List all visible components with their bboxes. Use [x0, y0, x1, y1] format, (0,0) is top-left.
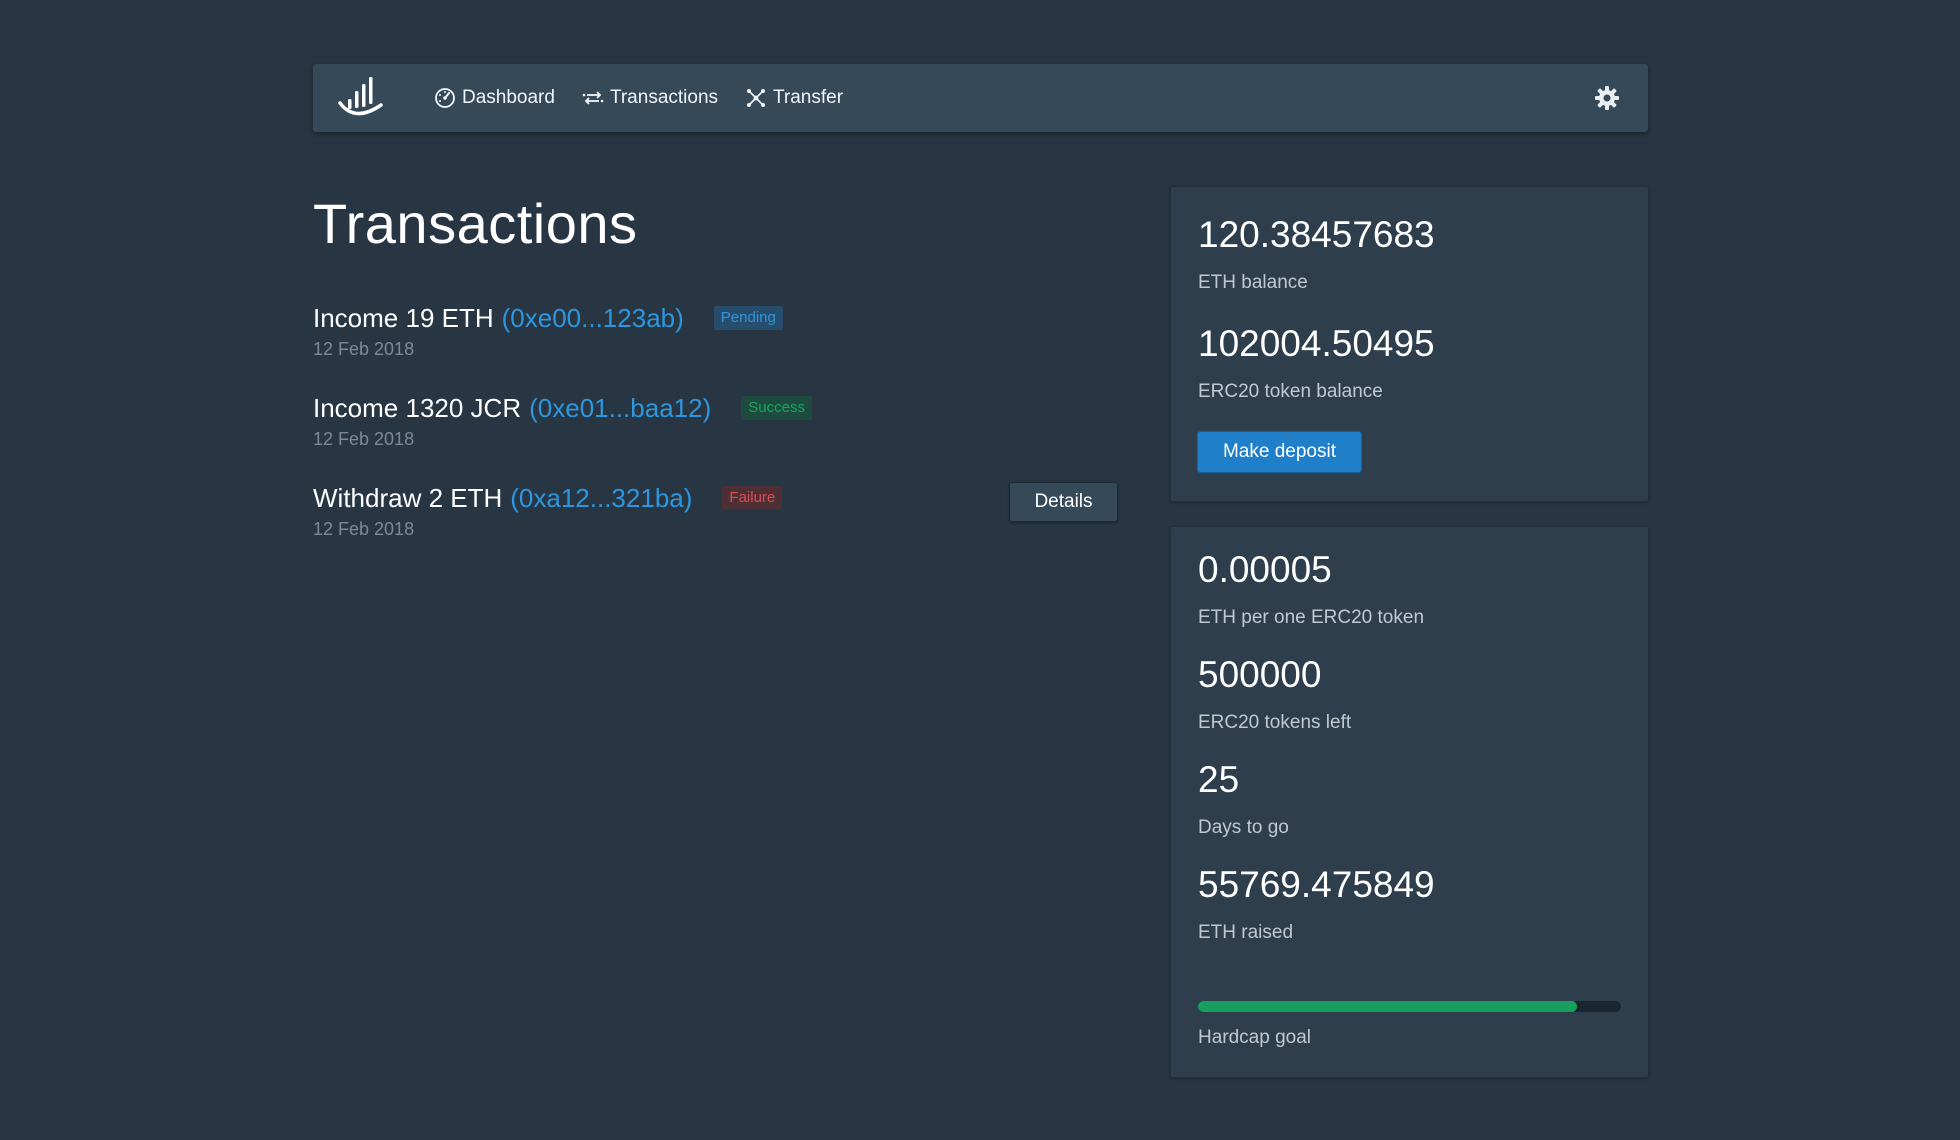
transaction-date: 12 Feb 2018 — [313, 519, 415, 539]
tokens-left-label: ERC20 tokens left — [1198, 712, 1352, 733]
token-balance-value: 102004.50495 — [1198, 323, 1435, 364]
hardcap-progress-bar — [1198, 1001, 1621, 1012]
status-badge: Failure — [722, 486, 783, 510]
hardcap-goal-label: Hardcap goal — [1198, 1027, 1312, 1048]
transaction-hash-link[interactable]: (0xe00...123ab) — [502, 303, 684, 333]
page-title: Transactions — [313, 192, 638, 255]
transaction-hash-link[interactable]: (0xa12...321ba) — [510, 483, 692, 513]
days-to-go-value: 25 — [1198, 759, 1240, 800]
details-button[interactable]: Details — [1009, 482, 1118, 522]
tokens-left-value: 500000 — [1198, 654, 1322, 695]
top-navbar: Dashboard Transactions Transfer — [313, 64, 1648, 132]
sale-stats-card: 0.00005 ETH per one ERC20 token 500000 E… — [1170, 526, 1649, 1078]
gear-icon[interactable] — [1594, 85, 1620, 111]
transaction-date: 12 Feb 2018 — [313, 429, 415, 449]
nav-item-label: Transfer — [773, 87, 844, 108]
token-balance-label: ERC20 token balance — [1198, 381, 1383, 402]
make-deposit-button[interactable]: Make deposit — [1197, 431, 1362, 473]
eth-raised-value: 55769.475849 — [1198, 864, 1435, 905]
nav-item-dashboard[interactable]: Dashboard — [434, 87, 555, 109]
nav-item-transactions[interactable]: Transactions — [582, 87, 718, 109]
transaction-row[interactable]: Income 1320 JCR (0xe01...baa12) Success … — [313, 393, 1118, 483]
hardcap-progress-fill — [1198, 1001, 1577, 1012]
transaction-title-line: Withdraw 2 ETH (0xa12...321ba) Failure — [313, 483, 1118, 513]
nav-item-label: Transactions — [609, 87, 719, 108]
transactions-arrows-icon — [582, 91, 604, 105]
transaction-title-line: Income 1320 JCR (0xe01...baa12) Success — [313, 393, 1118, 423]
transfer-network-icon — [747, 89, 766, 107]
transactions-section: Transactions Income 19 ETH (0xe00...123a… — [313, 186, 1118, 539]
transaction-date: 12 Feb 2018 — [313, 339, 415, 359]
eth-balance-value: 120.38457683 — [1198, 214, 1435, 255]
nav-menu: Dashboard Transactions Transfer — [434, 64, 870, 132]
eth-balance-label: ETH balance — [1198, 272, 1308, 293]
rate-value: 0.00005 — [1198, 549, 1332, 590]
eth-raised-label: ETH raised — [1198, 922, 1294, 943]
transaction-row[interactable]: Withdraw 2 ETH (0xa12...321ba) Failure 1… — [313, 482, 1118, 573]
status-badge: Success — [741, 396, 812, 420]
rate-label: ETH per one ERC20 token — [1198, 607, 1425, 628]
transaction-title: Withdraw 2 ETH — [313, 483, 503, 513]
logo-chart-icon[interactable] — [337, 75, 385, 121]
transaction-row[interactable]: Income 19 ETH (0xe00...123ab) Pending 12… — [313, 303, 1118, 393]
transaction-title: Income 19 ETH — [313, 303, 494, 333]
balance-card: 120.38457683 ETH balance 102004.50495 ER… — [1170, 186, 1649, 502]
nav-item-transfer[interactable]: Transfer — [745, 87, 843, 109]
transaction-hash-link[interactable]: (0xe01...baa12) — [529, 393, 711, 423]
status-badge: Pending — [713, 306, 783, 330]
transactions-list: Income 19 ETH (0xe00...123ab) Pending 12… — [313, 303, 1118, 573]
nav-item-label: Dashboard — [462, 87, 555, 108]
dashboard-gauge-icon — [435, 88, 455, 108]
transaction-title-line: Income 19 ETH (0xe00...123ab) Pending — [313, 303, 1118, 333]
days-to-go-label: Days to go — [1198, 817, 1289, 838]
transaction-title: Income 1320 JCR — [313, 393, 522, 423]
